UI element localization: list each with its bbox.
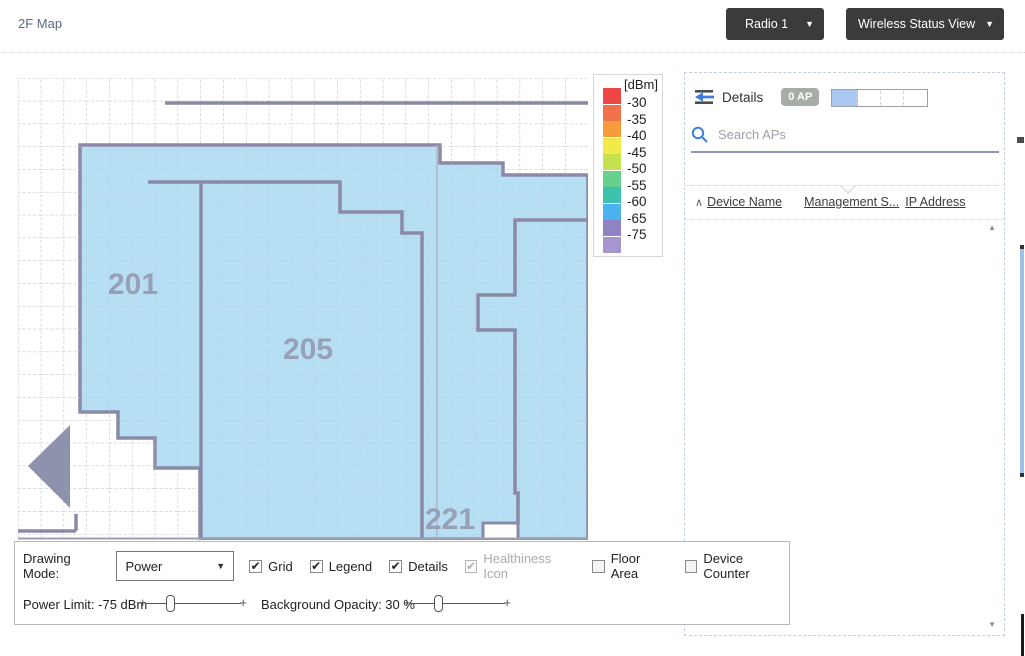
- background-opacity-slider-thumb[interactable]: [434, 595, 444, 612]
- scroll-up-icon[interactable]: ▲: [988, 223, 996, 232]
- legend-label: -60: [627, 194, 647, 209]
- checkbox-label: Floor Area: [610, 551, 641, 581]
- legend-label: -40: [627, 128, 647, 143]
- sort-ascending-icon[interactable]: ∧: [695, 196, 703, 209]
- legend-swatch--30: [603, 88, 621, 104]
- checkbox-floor-area[interactable]: Floor Area: [592, 551, 668, 581]
- legend-swatch--75: [603, 220, 621, 236]
- column-ip-address[interactable]: IP Address: [905, 195, 965, 209]
- background-opacity-label: Background Opacity: 30 %: [261, 597, 415, 612]
- legend-swatch--50: [603, 154, 621, 170]
- details-panel-title: Details: [722, 89, 764, 105]
- ap-capacity-fill: [832, 90, 858, 106]
- page-title: 2F Map: [18, 16, 63, 31]
- page-scrollbar-thumb[interactable]: [1020, 245, 1024, 477]
- legend-swatch--40: [603, 121, 621, 137]
- checkbox-group: ✔ Grid ✔ Legend ✔ Details ✔ Healthiness Icon Flo…: [249, 551, 789, 581]
- checkbox-healthiness-icon: ✔ Healthiness Icon: [464, 551, 575, 581]
- room-label-205: 205: [283, 333, 333, 366]
- drawing-mode-value: Power: [125, 558, 163, 574]
- slider-end-tick: +: [503, 595, 511, 610]
- power-limit-label: Power Limit: -75 dBm: [23, 597, 148, 612]
- power-limit-slider-thumb[interactable]: [165, 595, 175, 612]
- progress-divider: [855, 91, 857, 105]
- power-limit-slider[interactable]: + +: [139, 594, 247, 614]
- checkbox-label: Legend: [328, 558, 373, 574]
- slider-track[interactable]: [145, 603, 241, 604]
- checkbox-device-counter[interactable]: Device Counter: [684, 551, 789, 581]
- legend-label: -50: [627, 161, 647, 176]
- legend-label: -35: [627, 111, 647, 127]
- radio-dropdown-button[interactable]: Radio 1 ▼: [726, 8, 824, 40]
- search-input[interactable]: [718, 126, 968, 142]
- search-icon: [691, 126, 708, 143]
- page-scrollbar-bottom[interactable]: [1021, 614, 1024, 656]
- checkbox-box[interactable]: ✔: [389, 559, 403, 573]
- checkbox-label: Device Counter: [703, 551, 750, 581]
- legend-label: -65: [627, 210, 647, 226]
- checkbox-details[interactable]: ✔ Details: [389, 559, 448, 574]
- scroll-down-icon[interactable]: ▼: [988, 620, 996, 629]
- ap-capacity-bar: [831, 89, 928, 107]
- collapse-panel-icon[interactable]: [695, 89, 715, 105]
- checkbox-box[interactable]: ✔: [249, 559, 263, 573]
- toolbar-row-options: Drawing Mode: Power ▼ ✔ Grid ✔ Legend ✔ Detai…: [23, 550, 789, 582]
- room-label-221: 221: [425, 503, 475, 536]
- checkbox-box[interactable]: ✔: [309, 559, 323, 573]
- checkbox-label: Grid: [268, 558, 293, 574]
- header-separator: [0, 52, 1025, 53]
- legend-swatch--60: [603, 187, 621, 203]
- slider-end-tick: +: [239, 595, 247, 610]
- progress-divider: [903, 91, 905, 105]
- checkbox-box[interactable]: [592, 559, 605, 573]
- details-panel-header: Details 0 AP: [695, 88, 820, 106]
- ap-count-badge: 0 AP: [781, 88, 820, 106]
- checkbox-box: ✔: [464, 558, 478, 573]
- column-management-state[interactable]: Management S...: [804, 195, 899, 209]
- table-header-row: ∧ Device Name Management S... IP Address: [695, 195, 966, 209]
- checkbox-box[interactable]: [684, 559, 698, 573]
- legend-swatch-row9: [603, 236, 621, 253]
- background-opacity-slider[interactable]: + +: [403, 594, 511, 614]
- map-options-toolbar: Drawing Mode: Power ▼ ✔ Grid ✔ Legend ✔ Detai…: [14, 541, 790, 625]
- view-dropdown-button[interactable]: Wireless Status View ▼: [846, 8, 1004, 40]
- chevron-down-icon: ▼: [985, 19, 994, 29]
- legend-swatch--55: [603, 170, 621, 187]
- chevron-down-icon: ▼: [805, 19, 814, 29]
- legend-swatch--65: [603, 203, 621, 220]
- app-window: 2F Map Radio 1 ▼ Wireless Status View ▼: [0, 0, 1025, 656]
- notch-chevron-icon: [840, 185, 856, 194]
- legend-title: [dBm]: [624, 77, 658, 92]
- map-door-cutout: [481, 521, 520, 540]
- legend-label: -30: [627, 95, 647, 110]
- column-device-name[interactable]: Device Name: [707, 195, 782, 209]
- legend-swatch--45: [603, 137, 621, 154]
- legend-label: -75: [627, 227, 647, 242]
- checkbox-legend[interactable]: ✔ Legend: [309, 558, 373, 574]
- map-grid-overlay: [18, 78, 588, 540]
- legend-label: -45: [627, 144, 647, 160]
- legend-swatch--35: [603, 104, 621, 121]
- page-scrollbar-tick[interactable]: [1017, 137, 1024, 143]
- dbm-legend: [dBm] -30 -35 -40 -45 -50 -55 -60 -65 -75: [593, 74, 663, 257]
- room-label-201: 201: [108, 268, 158, 301]
- floor-map[interactable]: 201 205 221: [18, 78, 588, 540]
- slider-track[interactable]: [409, 603, 505, 604]
- checkbox-label: Healthiness Icon: [483, 551, 552, 581]
- checkbox-grid[interactable]: ✔ Grid: [249, 559, 293, 574]
- checkbox-label: Details: [408, 558, 448, 574]
- drawing-mode-label: Drawing Mode:: [23, 551, 71, 581]
- progress-divider: [879, 91, 881, 105]
- table-header-separator: [685, 219, 1004, 220]
- search-row: [691, 117, 999, 153]
- radio-dropdown-label: Radio 1: [744, 17, 789, 31]
- view-dropdown-label: Wireless Status View: [857, 17, 976, 31]
- chevron-down-icon: ▼: [216, 561, 226, 571]
- panel-collapse-notch[interactable]: [685, 185, 1004, 194]
- legend-label: -55: [627, 177, 647, 193]
- drawing-mode-select[interactable]: Power ▼: [116, 551, 235, 581]
